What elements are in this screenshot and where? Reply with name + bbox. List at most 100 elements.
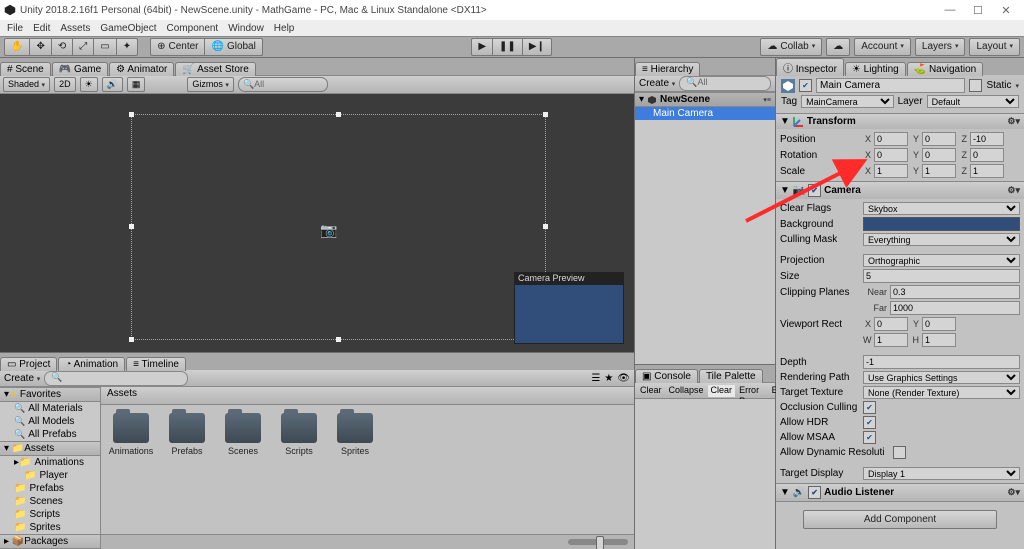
assets-header[interactable]: ▾ 📁 Assets bbox=[0, 441, 100, 456]
pos-y[interactable] bbox=[922, 132, 956, 146]
tool-move[interactable]: ✥ bbox=[29, 38, 51, 56]
depth-field[interactable] bbox=[863, 355, 1020, 369]
window-minimize[interactable]: — bbox=[936, 4, 964, 16]
rot-x[interactable] bbox=[874, 148, 908, 162]
folder-prefabs[interactable]: Prefabs bbox=[165, 413, 209, 456]
project-tree[interactable]: ▾ ★ Favorites 🔍All Materials 🔍All Models… bbox=[0, 387, 101, 549]
cloud-button[interactable]: ☁ bbox=[826, 38, 850, 56]
size-field[interactable] bbox=[863, 269, 1020, 283]
tab-hierarchy[interactable]: ≡ Hierarchy bbox=[635, 62, 700, 76]
dynres-checkbox[interactable] bbox=[893, 446, 906, 459]
tab-game[interactable]: 🎮 Game bbox=[52, 62, 108, 76]
hierarchy-list[interactable]: ▾ NewScene▾≡ Main Camera bbox=[635, 92, 775, 364]
rot-z[interactable] bbox=[970, 148, 1004, 162]
pivot-toggle[interactable]: ⊕ Center bbox=[150, 38, 205, 56]
menu-window[interactable]: Window bbox=[223, 23, 269, 34]
gameobject-name[interactable] bbox=[816, 78, 965, 93]
vp-y[interactable] bbox=[922, 317, 956, 331]
step-button[interactable]: ▶❙ bbox=[522, 38, 552, 56]
tree-sprites[interactable]: 📁Sprites bbox=[0, 521, 100, 534]
window-maximize[interactable]: ☐ bbox=[964, 4, 992, 17]
layer-dropdown[interactable]: Default bbox=[927, 95, 1019, 108]
layout-dropdown[interactable]: Layout ▾ bbox=[969, 38, 1020, 56]
fav-materials[interactable]: 🔍All Materials bbox=[0, 402, 100, 415]
favorites-header[interactable]: ▾ ★ Favorites bbox=[0, 387, 100, 402]
mode-2d[interactable]: 2D bbox=[54, 77, 76, 92]
packages-header[interactable]: ▸ 📦 Packages bbox=[0, 534, 100, 549]
console-collapse[interactable]: Collapse bbox=[666, 385, 707, 397]
scene-audio-toggle[interactable]: 🔊 bbox=[102, 77, 123, 92]
display-dropdown[interactable]: Display 1 bbox=[863, 467, 1020, 480]
transform-header[interactable]: ▼ Transform⚙▾ bbox=[776, 114, 1024, 129]
folder-animations[interactable]: Animations bbox=[109, 413, 153, 456]
tab-tilepalette[interactable]: Tile Palette bbox=[699, 369, 763, 383]
tab-inspector[interactable]: ⓘ Inspector bbox=[776, 58, 844, 76]
tag-dropdown[interactable]: MainCamera bbox=[801, 95, 893, 108]
folder-scenes[interactable]: Scenes bbox=[221, 413, 265, 456]
menu-edit[interactable]: Edit bbox=[28, 23, 55, 34]
projection-dropdown[interactable]: Orthographic bbox=[863, 254, 1020, 267]
tab-console[interactable]: ▣ Console bbox=[635, 369, 698, 383]
filter-icon[interactable]: ☰ bbox=[591, 373, 600, 384]
add-component-button[interactable]: Add Component bbox=[803, 510, 997, 529]
cullingmask-dropdown[interactable]: Everything bbox=[863, 233, 1020, 246]
space-toggle[interactable]: 🌐 Global bbox=[204, 38, 262, 56]
hierarchy-scene[interactable]: ▾ NewScene▾≡ bbox=[635, 92, 775, 107]
audio-enable-checkbox[interactable]: ✔ bbox=[808, 486, 821, 499]
console-clear[interactable]: Clear bbox=[637, 385, 665, 397]
scene-fx-toggle[interactable]: ▦ bbox=[127, 77, 146, 92]
gizmos-dropdown[interactable]: Gizmos ▾ bbox=[187, 77, 234, 92]
tree-scripts[interactable]: 📁Scripts bbox=[0, 508, 100, 521]
tool-rotate[interactable]: ⟲ bbox=[51, 38, 73, 56]
audio-gear-icon[interactable]: ⚙▾ bbox=[1007, 487, 1020, 498]
hierarchy-create[interactable]: Create ▾ bbox=[639, 78, 675, 89]
folder-sprites[interactable]: Sprites bbox=[333, 413, 377, 456]
clearflags-dropdown[interactable]: Skybox bbox=[863, 202, 1020, 215]
play-button[interactable]: ▶ bbox=[471, 38, 493, 56]
thumbnail-slider[interactable] bbox=[568, 539, 628, 545]
occlusion-checkbox[interactable]: ✔ bbox=[863, 401, 876, 414]
targettex-dropdown[interactable]: None (Render Texture) bbox=[863, 386, 1020, 399]
audiolistener-header[interactable]: ▼ 🔊 ✔ Audio Listener⚙▾ bbox=[776, 484, 1024, 501]
project-grid[interactable]: Animations Prefabs Scenes Scripts Sprite… bbox=[101, 405, 634, 534]
menu-file[interactable]: File bbox=[2, 23, 28, 34]
msaa-checkbox[interactable]: ✔ bbox=[863, 431, 876, 444]
grid-breadcrumb[interactable]: Assets bbox=[101, 387, 634, 405]
folder-scripts[interactable]: Scripts bbox=[277, 413, 321, 456]
hdr-checkbox[interactable]: ✔ bbox=[863, 416, 876, 429]
fav-prefabs[interactable]: 🔍All Prefabs bbox=[0, 428, 100, 441]
tab-animator[interactable]: ⚙ Animator bbox=[109, 62, 174, 76]
pos-x[interactable] bbox=[874, 132, 908, 146]
scl-y[interactable] bbox=[922, 164, 956, 178]
project-search[interactable]: 🔍 bbox=[44, 371, 188, 386]
vp-x[interactable] bbox=[874, 317, 908, 331]
tab-lighting[interactable]: ☀ Lighting bbox=[845, 62, 906, 76]
background-color[interactable] bbox=[863, 217, 1020, 231]
near-field[interactable] bbox=[890, 285, 1020, 299]
tab-project[interactable]: ▭ Project bbox=[0, 357, 57, 371]
camera-icon[interactable]: 📷 bbox=[320, 222, 337, 239]
shading-mode[interactable]: Shaded ▾ bbox=[3, 77, 50, 92]
scl-x[interactable] bbox=[874, 164, 908, 178]
scene-light-toggle[interactable]: ☀ bbox=[80, 77, 98, 92]
project-create[interactable]: Create ▾ bbox=[4, 373, 40, 384]
tree-player[interactable]: 📁Player bbox=[0, 469, 100, 482]
tab-timeline[interactable]: ≡ Timeline bbox=[126, 357, 186, 371]
scene-search[interactable]: 🔍All bbox=[238, 77, 328, 92]
vp-w[interactable] bbox=[874, 333, 908, 347]
tab-navigation[interactable]: ⛳ Navigation bbox=[907, 62, 984, 76]
pause-button[interactable]: ❚❚ bbox=[492, 38, 523, 56]
far-field[interactable] bbox=[890, 301, 1020, 315]
rot-y[interactable] bbox=[922, 148, 956, 162]
tool-scale[interactable]: ⤢ bbox=[72, 38, 94, 56]
static-checkbox[interactable] bbox=[969, 79, 982, 92]
filter-save[interactable]: 👁 bbox=[617, 373, 630, 384]
menu-component[interactable]: Component bbox=[162, 23, 224, 34]
camera-gear-icon[interactable]: ⚙▾ bbox=[1007, 185, 1020, 196]
menu-help[interactable]: Help bbox=[269, 23, 300, 34]
scene-view[interactable]: 📷 Camera Preview bbox=[0, 94, 634, 352]
filter-type[interactable]: ★ bbox=[604, 373, 613, 384]
collab-dropdown[interactable]: ☁ Collab ▾ bbox=[760, 38, 822, 56]
hierarchy-search[interactable]: 🔍All bbox=[679, 76, 771, 91]
window-close[interactable]: ✕ bbox=[992, 4, 1020, 17]
